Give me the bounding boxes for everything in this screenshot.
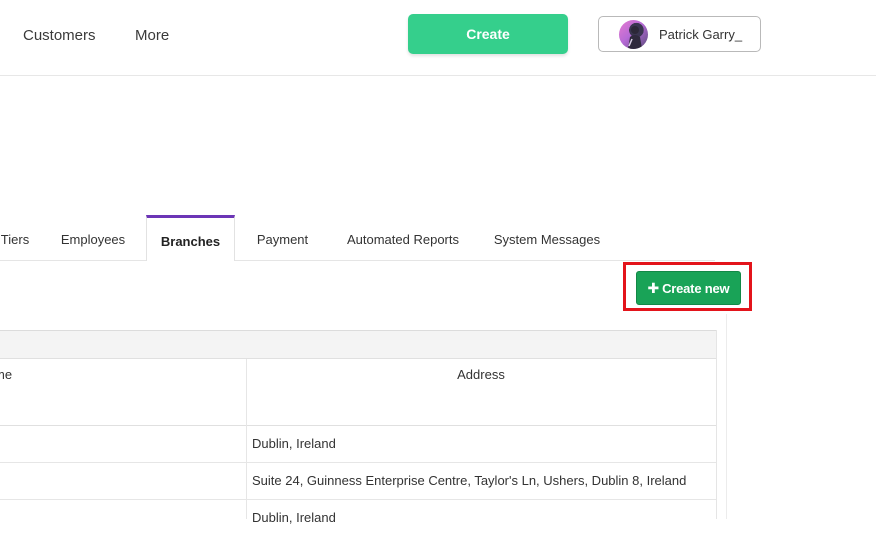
tab-employees[interactable]: Employees [47,215,139,259]
avatar [619,20,648,49]
table-row[interactable]: Suite 24, Guinness Enterprise Centre, Ta… [0,463,716,500]
create-new-button[interactable]: ✚ Create new [636,271,741,305]
nav-link-customers[interactable]: Customers [23,26,96,46]
table-toolbar [0,330,716,359]
address-cell: Dublin, Ireland [252,510,336,525]
top-navigation-bar: Customers More Create Patrick Garry_ [0,0,876,76]
tab-payment[interactable]: Payment [245,215,320,259]
avatar-figure-icon [628,26,642,49]
plus-icon: ✚ [647,280,660,296]
tab-tiers[interactable]: Tiers [0,215,40,259]
column-header-name[interactable]: me [0,367,12,382]
panel-divider [726,314,727,519]
tab-system-messages[interactable]: System Messages [484,215,610,259]
tab-automated-reports[interactable]: Automated Reports [333,215,473,259]
user-menu-button[interactable]: Patrick Garry_ [598,16,761,52]
table-row[interactable]: Dublin, Ireland [0,426,716,463]
column-divider [246,359,247,519]
address-cell: Suite 24, Guinness Enterprise Centre, Ta… [252,473,687,488]
tab-branches[interactable]: Branches [146,215,235,261]
column-header-address[interactable]: Address [246,367,716,382]
create-new-label: Create new [662,281,730,296]
settings-tabs: Tiers Employees Branches Payment Automat… [0,215,715,261]
nav-link-more[interactable]: More [135,26,169,46]
address-cell: Dublin, Ireland [252,436,336,451]
branches-table: me Address Dublin, Ireland Suite 24, Gui… [0,330,717,525]
create-button[interactable]: Create [408,14,568,54]
user-name: Patrick Garry_ [659,27,743,42]
table-header-row: me Address [0,359,716,426]
